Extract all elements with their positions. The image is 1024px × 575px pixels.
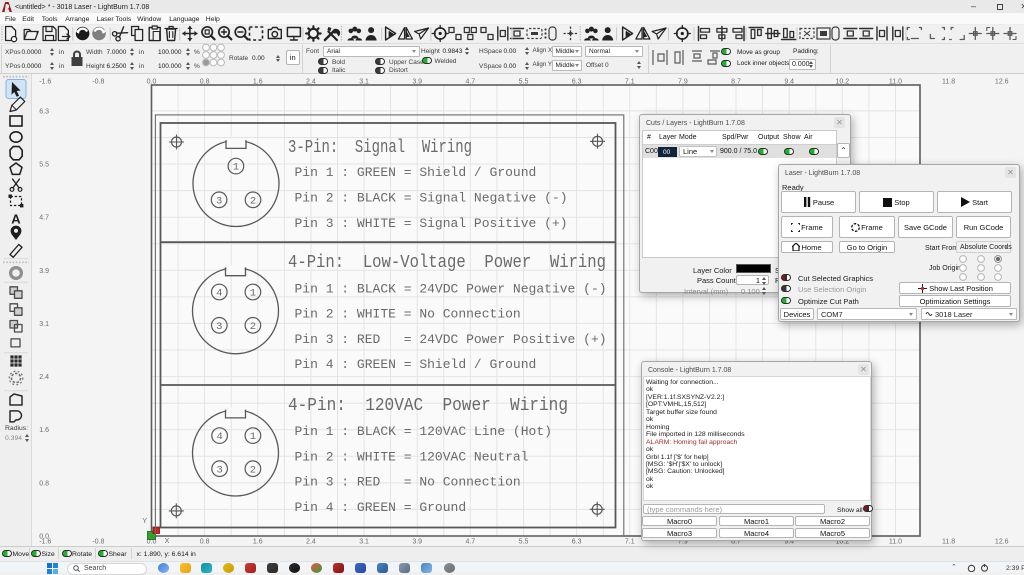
svg-text:3: 3 [216, 195, 222, 207]
svg-text:2: 2 [250, 195, 256, 207]
svg-text:1.6: 1.6 [253, 539, 263, 546]
svg-text:1.6: 1.6 [39, 427, 49, 434]
svg-text:4.7: 4.7 [465, 79, 475, 86]
svg-text:5.5: 5.5 [519, 79, 529, 86]
svg-text:Pin 1 : BLACK = 120VAC Line (H: Pin 1 : BLACK = 120VAC Line (Hot) [295, 424, 552, 439]
svg-text:11.8: 11.8 [942, 539, 955, 546]
svg-text:4: 4 [216, 288, 222, 300]
svg-text:Pin 1 : BLACK = 24VDC Power Ne: Pin 1 : BLACK = 24VDC Power Negative (-) [295, 281, 607, 296]
svg-text:Pin 2 : BLACK = Signal Negativ: Pin 2 : BLACK = Signal Negative (-) [295, 191, 568, 206]
svg-text:4-Pin: Low-Voltage Power Wi: 4-Pin: Low-Voltage Power Wiring [288, 253, 606, 273]
svg-text:-1.6: -1.6 [39, 79, 51, 86]
svg-text:-0.8: -0.8 [92, 539, 104, 546]
svg-text:Y: Y [142, 518, 147, 525]
svg-text:X: X [165, 538, 170, 545]
svg-text:Pin 2 : WHITE = No Connection: Pin 2 : WHITE = No Connection [295, 307, 521, 322]
svg-text:0.8: 0.8 [200, 539, 210, 546]
svg-text:0.8: 0.8 [39, 480, 49, 487]
svg-text:Pin 4 : GREEN = Ground: Pin 4 : GREEN = Ground [295, 500, 467, 515]
svg-text:3.1: 3.1 [359, 79, 369, 86]
svg-text:Pin 3 : RED = No Connection: Pin 3 : RED = No Connection [295, 475, 521, 490]
svg-text:2: 2 [250, 464, 256, 476]
svg-text:1: 1 [250, 288, 256, 300]
svg-text:9.4: 9.4 [784, 79, 794, 86]
svg-text:3: 3 [216, 321, 222, 333]
svg-text:1: 1 [250, 431, 256, 443]
svg-text:5.5: 5.5 [39, 162, 49, 169]
svg-text:12.6: 12.6 [995, 539, 1009, 546]
svg-text:2.4: 2.4 [306, 79, 316, 86]
svg-text:Pin 2 : WHITE = 120VAC Neutral: Pin 2 : WHITE = 120VAC Neutral [295, 449, 529, 464]
svg-text:2.4: 2.4 [39, 374, 49, 381]
svg-text:7.1: 7.1 [625, 79, 635, 86]
svg-text:3-Pin: Signal Wiring: 3-Pin: Signal Wiring [288, 138, 472, 158]
svg-text:Pin 1 : GREEN = Shield / Groun: Pin 1 : GREEN = Shield / Ground [295, 165, 537, 180]
svg-text:0.8: 0.8 [200, 79, 210, 86]
svg-text:Pin 4 : GREEN = Shield / Groun: Pin 4 : GREEN = Shield / Ground [295, 357, 537, 372]
svg-text:12.6: 12.6 [995, 79, 1009, 86]
svg-text:7.9: 7.9 [678, 79, 688, 86]
svg-text:0.0: 0.0 [147, 79, 157, 86]
svg-text:4.7: 4.7 [465, 539, 475, 546]
svg-text:10.2: 10.2 [836, 79, 850, 86]
svg-text:11.8: 11.8 [942, 79, 955, 86]
svg-text:A: A [11, 212, 21, 227]
svg-text:1.6: 1.6 [253, 79, 263, 86]
svg-text:3.1: 3.1 [39, 321, 49, 328]
svg-text:2.4: 2.4 [306, 539, 316, 546]
svg-text:8.7: 8.7 [731, 79, 741, 86]
svg-text:1: 1 [233, 162, 239, 174]
svg-text:0.0: 0.0 [39, 534, 49, 541]
svg-text:4: 4 [216, 431, 222, 443]
svg-text:11.0: 11.0 [889, 539, 902, 546]
svg-text:6.3: 6.3 [39, 108, 49, 115]
svg-text:11.0: 11.0 [889, 79, 902, 86]
svg-text:7.1: 7.1 [625, 539, 635, 546]
svg-text:4.7: 4.7 [39, 215, 49, 222]
svg-text:4-Pin: 120VAC Power Wiring: 4-Pin: 120VAC Power Wiring [288, 396, 568, 416]
svg-text:6.3: 6.3 [572, 539, 582, 546]
svg-text:6.3: 6.3 [572, 79, 582, 86]
svg-text:-0.8: -0.8 [92, 79, 104, 86]
svg-text:Pin 3 : WHITE = Signal Positiv: Pin 3 : WHITE = Signal Positive (+) [295, 216, 568, 231]
svg-text:3.9: 3.9 [412, 79, 422, 86]
svg-text:3.9: 3.9 [39, 268, 49, 275]
svg-text:3.9: 3.9 [412, 539, 422, 546]
svg-text:2: 2 [250, 321, 256, 333]
svg-text:3.1: 3.1 [359, 539, 369, 546]
svg-text:3: 3 [216, 464, 222, 476]
svg-text:Pin 3 : RED = 24VDC Power Po: Pin 3 : RED = 24VDC Power Positive (+) [295, 332, 607, 347]
svg-text:5.5: 5.5 [519, 539, 529, 546]
